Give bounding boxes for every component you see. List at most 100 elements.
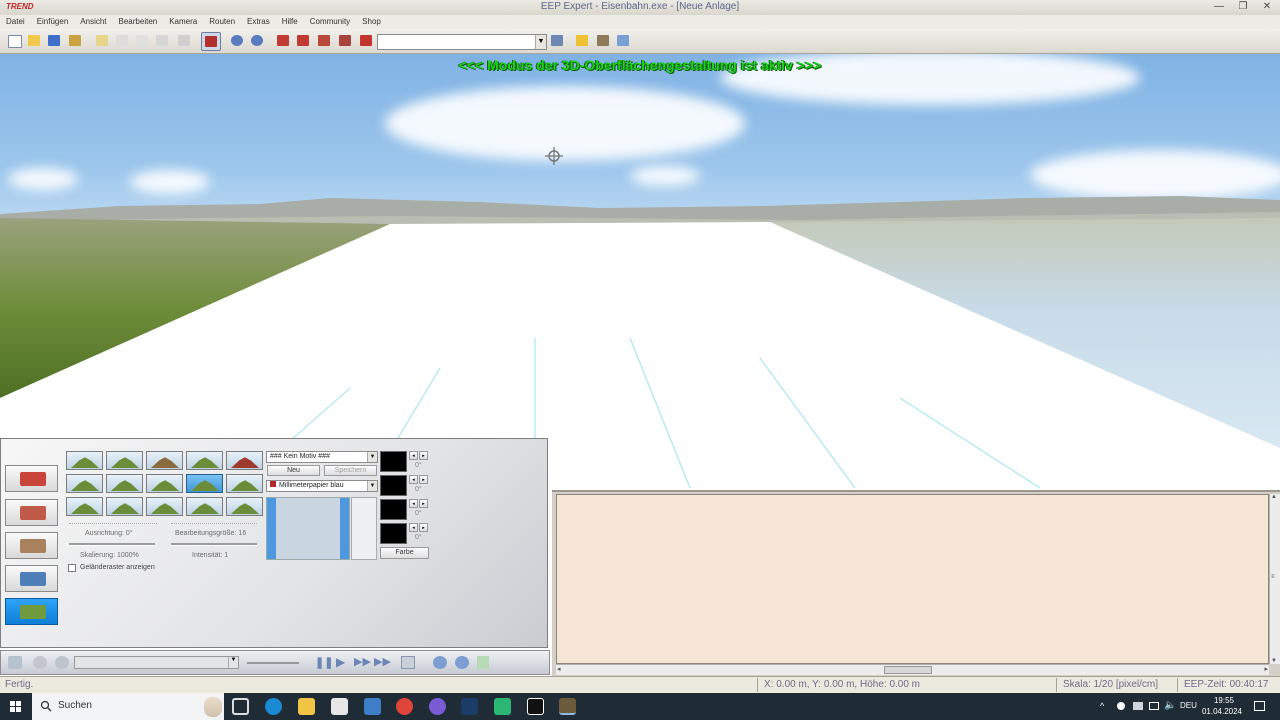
windows-start-icon[interactable] xyxy=(10,701,21,712)
tools-icon[interactable] xyxy=(594,32,612,49)
spin-right-icon[interactable]: ▸ xyxy=(419,451,428,460)
tray-display-icon[interactable] xyxy=(1149,702,1159,710)
menu-community[interactable]: Community xyxy=(304,15,356,29)
clock-time[interactable]: 19:55 xyxy=(1204,696,1244,705)
spin-left-icon[interactable]: ◂ xyxy=(409,475,418,484)
brush-tile[interactable] xyxy=(106,474,143,493)
reset-icon[interactable] xyxy=(401,656,415,669)
category-rail-button[interactable] xyxy=(5,465,58,492)
horizontal-scrollbar[interactable]: ◂ ▸ xyxy=(556,664,1269,675)
settings-icon[interactable] xyxy=(55,656,69,669)
delete-icon[interactable] xyxy=(175,32,193,49)
menu-ansicht[interactable]: Ansicht xyxy=(74,15,112,29)
brush-tile[interactable] xyxy=(146,451,183,470)
intensity-slider[interactable] xyxy=(171,543,257,546)
color-swatch-2[interactable] xyxy=(380,475,407,496)
menu-hilfe[interactable]: Hilfe xyxy=(276,15,304,29)
app-icon-dark[interactable] xyxy=(527,698,544,715)
language-indicator[interactable]: DEU xyxy=(1180,701,1197,710)
pause-icon[interactable]: ❚❚ xyxy=(315,656,333,669)
train-icon-3[interactable] xyxy=(315,32,333,49)
play-icon[interactable]: ▶ xyxy=(336,655,345,669)
brush-tile[interactable] xyxy=(66,497,103,516)
app-icon-blue[interactable] xyxy=(364,698,381,715)
spin-right-icon[interactable]: ▸ xyxy=(419,499,428,508)
menu-routen[interactable]: Routen xyxy=(203,15,241,29)
notification-icon[interactable] xyxy=(1254,701,1265,711)
scroll-thumb-icon[interactable]: ≡ xyxy=(1271,574,1275,580)
sun-icon[interactable] xyxy=(573,32,591,49)
brush-tile[interactable] xyxy=(186,497,223,516)
tray-network-icon[interactable] xyxy=(1133,702,1143,710)
brush-tile[interactable] xyxy=(226,474,263,493)
object-select[interactable]: ▼ xyxy=(74,656,239,669)
category-road-button[interactable] xyxy=(5,499,58,526)
tray-app-icon[interactable] xyxy=(1117,702,1125,710)
train-icon-4[interactable] xyxy=(336,32,354,49)
spin-left-icon[interactable]: ◂ xyxy=(409,523,418,532)
scroll-left-icon[interactable]: ◂ xyxy=(557,665,561,674)
spin-left-icon[interactable]: ◂ xyxy=(409,499,418,508)
menu-extras[interactable]: Extras xyxy=(241,15,276,29)
category-terrain-button[interactable] xyxy=(5,598,58,625)
layout-overview-panel[interactable] xyxy=(556,494,1269,664)
restore-button[interactable]: ❐ xyxy=(1232,0,1254,14)
scroll-down-icon[interactable]: ▼ xyxy=(1271,658,1277,664)
scale-slider[interactable] xyxy=(69,543,155,546)
train-icon-5[interactable] xyxy=(357,32,375,49)
vertical-scrollbar[interactable]: ▲ ≡ ▼ xyxy=(1269,494,1280,664)
brush-tile[interactable] xyxy=(146,474,183,493)
clock-date[interactable]: 01.04.2024 xyxy=(1200,707,1244,716)
train-icon-2[interactable] xyxy=(294,32,312,49)
color-swatch-1[interactable] xyxy=(380,451,407,472)
menu-datei[interactable]: Datei xyxy=(0,15,31,29)
save-motif-button[interactable]: Speichern xyxy=(324,465,377,476)
menu-kamera[interactable]: Kamera xyxy=(163,15,203,29)
menu-shop[interactable]: Shop xyxy=(356,15,387,29)
color-swatch-3[interactable] xyxy=(380,499,407,520)
duplicate-icon[interactable] xyxy=(153,32,171,49)
signal-icon[interactable] xyxy=(477,656,489,669)
brush-tile[interactable] xyxy=(106,497,143,516)
close-button[interactable]: ✕ xyxy=(1256,0,1278,14)
chevron-down-icon[interactable]: ▼ xyxy=(228,657,238,668)
minimize-button[interactable]: — xyxy=(1208,0,1230,14)
train-window-icon[interactable] xyxy=(201,32,221,51)
color-swatch-4[interactable] xyxy=(380,523,407,544)
menu-einfuegen[interactable]: Einfügen xyxy=(31,15,75,29)
color-button[interactable]: Farbe xyxy=(380,547,429,559)
spin-right-icon[interactable]: ▸ xyxy=(419,475,428,484)
category-water-button[interactable] xyxy=(5,565,58,592)
brush-tile[interactable] xyxy=(66,451,103,470)
volume-icon[interactable]: 🔈 xyxy=(1164,700,1176,711)
menu-bearbeiten[interactable]: Bearbeiten xyxy=(113,15,164,29)
info-icon[interactable] xyxy=(614,32,632,49)
file-explorer-icon[interactable] xyxy=(298,698,315,715)
new-file-icon[interactable] xyxy=(5,32,23,49)
zoom-out-icon[interactable] xyxy=(455,656,469,669)
spin-right-icon[interactable]: ▸ xyxy=(419,523,428,532)
category-tram-button[interactable] xyxy=(5,532,58,559)
horizontal-scroll-thumb[interactable] xyxy=(884,666,932,674)
chevron-down-icon[interactable]: ▼ xyxy=(367,481,377,491)
app-icon-green[interactable] xyxy=(494,698,511,715)
zoom-in-icon[interactable] xyxy=(433,656,447,669)
scroll-right-icon[interactable]: ▸ xyxy=(1264,665,1268,674)
scroll-up-icon[interactable]: ▲ xyxy=(1271,494,1277,500)
task-view-icon[interactable] xyxy=(232,698,249,715)
grid-checkbox[interactable] xyxy=(68,564,76,572)
chevron-up-icon[interactable]: ^ xyxy=(1100,701,1104,711)
eep-app-icon[interactable] xyxy=(559,698,576,715)
brush-tile[interactable] xyxy=(66,474,103,493)
toolbar-combo[interactable]: ▼ xyxy=(377,34,547,50)
app-icon-purple[interactable] xyxy=(429,698,446,715)
speed-slider[interactable] xyxy=(247,662,299,664)
brush-tile[interactable] xyxy=(226,497,263,516)
camera-settings-icon[interactable] xyxy=(548,32,566,49)
open-folder-icon[interactable] xyxy=(25,32,43,49)
edge-browser-icon[interactable] xyxy=(265,698,282,715)
spin-left-icon[interactable]: ◂ xyxy=(409,451,418,460)
edit-icon[interactable] xyxy=(8,656,22,669)
brush-tile[interactable] xyxy=(186,451,223,470)
brush-tile[interactable] xyxy=(146,497,183,516)
